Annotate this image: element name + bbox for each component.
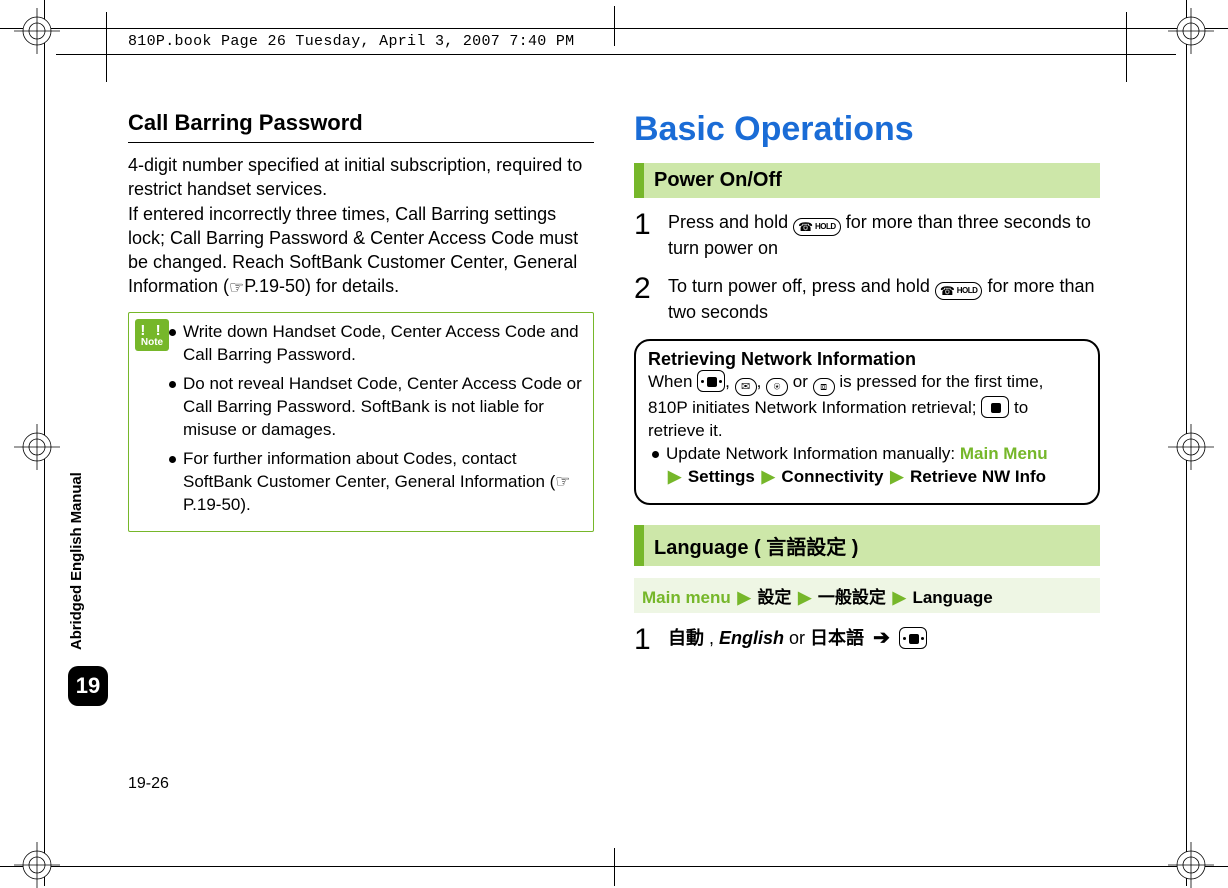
- network-info-box: Retrieving Network Information When , ✉,…: [634, 339, 1100, 505]
- power-end-key-icon: ☎HOLD: [935, 282, 983, 300]
- crop-line-right: [1186, 0, 1187, 886]
- registration-mark-icon: [1168, 842, 1214, 888]
- nav-center-key-icon: [697, 370, 725, 392]
- crop-tick-tc-h: [594, 28, 634, 29]
- print-header: 810P.book Page 26 Tuesday, April 3, 2007…: [128, 33, 574, 50]
- menu-root: Main menu: [642, 588, 731, 607]
- step-1-language: 1 自動 , English or 日本語 ➔: [634, 625, 1100, 655]
- nav-center-key-icon: [981, 396, 1009, 418]
- menu-path-bar: Main menu ▶ 設定 ▶ 一般設定 ▶ Language: [634, 578, 1100, 613]
- network-info-bullet: Update Network Information manually: Mai…: [666, 443, 1086, 489]
- crop-tick-tl-v: [106, 12, 107, 82]
- crop-tick-bc-h: [594, 866, 634, 867]
- note-item: Write down Handset Code, Center Access C…: [183, 321, 583, 367]
- right-column: Basic Operations Power On/Off 1 Press an…: [634, 110, 1100, 750]
- registration-mark-icon: [1168, 424, 1214, 470]
- crop-line-left: [44, 0, 45, 886]
- step-number: 2: [634, 274, 654, 324]
- chevron-right-icon: ▶: [891, 588, 908, 607]
- footer-page-number: 19-26: [128, 775, 169, 793]
- registration-mark-icon: [14, 842, 60, 888]
- note-list: Write down Handset Code, Center Access C…: [139, 321, 583, 517]
- power-end-key-icon: ☎HOLD: [793, 218, 841, 236]
- registration-mark-icon: [14, 424, 60, 470]
- side-tab-chapter: 19: [68, 666, 108, 706]
- network-info-title: Retrieving Network Information: [648, 349, 1086, 370]
- web-key-icon: ⍟: [766, 378, 788, 396]
- note-item: Do not reveal Handset Code, Center Acces…: [183, 373, 583, 442]
- note-item: For further information about Codes, con…: [183, 448, 583, 517]
- inner-line-top: [56, 54, 1176, 55]
- note-box: ! ! Note Write down Handset Code, Center…: [128, 312, 594, 532]
- step-number: 1: [634, 210, 654, 260]
- crop-tick-bc-v: [614, 848, 615, 886]
- network-info-bullets: Update Network Information manually: Mai…: [648, 443, 1086, 489]
- option-auto: 自動: [668, 628, 704, 648]
- body-desc-1: 4-digit number specified at initial subs…: [128, 153, 594, 202]
- body-desc-2b: ) for details.: [305, 276, 399, 296]
- crop-tick-tr-v: [1126, 12, 1127, 82]
- tv-key-icon: ⧈: [813, 378, 835, 396]
- network-info-body: When , ✉, ⍟ or ⧈ is pressed for the firs…: [648, 370, 1086, 443]
- heading-language: Language ( 言語設定 ): [634, 525, 1100, 566]
- menu-connectivity: Connectivity: [781, 467, 883, 486]
- body-desc-2: If entered incorrectly three times, Call…: [128, 202, 594, 301]
- chevron-right-icon: ▶: [796, 588, 813, 607]
- side-tab: Abridged English Manual 19: [68, 440, 118, 700]
- chevron-right-icon: ▶: [888, 467, 905, 486]
- step-2-power-off: 2 To turn power off, press and hold ☎HOL…: [634, 274, 1100, 324]
- step-number: 1: [634, 625, 654, 655]
- arrow-right-icon: ➔: [869, 627, 894, 649]
- heading-rule: [128, 142, 594, 143]
- step-text: 自動 , English or 日本語 ➔: [668, 625, 927, 655]
- crop-tick-tc-v: [614, 6, 615, 46]
- menu-root: Main Menu: [960, 444, 1048, 463]
- side-tab-label: Abridged English Manual: [68, 440, 85, 650]
- chevron-right-icon: ▶: [666, 467, 683, 486]
- chevron-right-icon: ▶: [736, 588, 753, 607]
- menu-settings: Settings: [688, 467, 755, 486]
- step-text: To turn power off, press and hold ☎HOLD …: [668, 274, 1100, 324]
- menu-settings-jp: 設定: [757, 588, 791, 607]
- option-english: English: [719, 628, 784, 648]
- menu-language: Language: [912, 588, 992, 607]
- step-1-power-on: 1 Press and hold ☎HOLD for more than thr…: [634, 210, 1100, 260]
- step-text: Press and hold ☎HOLD for more than three…: [668, 210, 1100, 260]
- body-desc-2-ref: P.19-50: [244, 276, 305, 296]
- registration-mark-icon: [14, 8, 60, 54]
- note-badge-icon: ! ! Note: [135, 319, 169, 351]
- left-column: Call Barring Password 4-digit number spe…: [128, 110, 594, 750]
- note-badge-label: Note: [141, 338, 163, 348]
- registration-mark-icon: [1168, 8, 1214, 54]
- pointer-icon: ☞: [229, 278, 244, 297]
- heading-call-barring: Call Barring Password: [128, 110, 594, 136]
- page-content: Abridged English Manual 19 Call Barring …: [128, 110, 1100, 750]
- menu-retrieve-nw: Retrieve NW Info: [910, 467, 1046, 486]
- heading-basic-operations: Basic Operations: [634, 110, 1100, 149]
- heading-power: Power On/Off: [634, 163, 1100, 198]
- menu-general-jp: 一般設定: [818, 588, 886, 607]
- option-japanese: 日本語: [810, 628, 864, 648]
- chevron-right-icon: ▶: [760, 467, 777, 486]
- mail-key-icon: ✉: [735, 378, 757, 396]
- nav-center-key-icon: [899, 627, 927, 649]
